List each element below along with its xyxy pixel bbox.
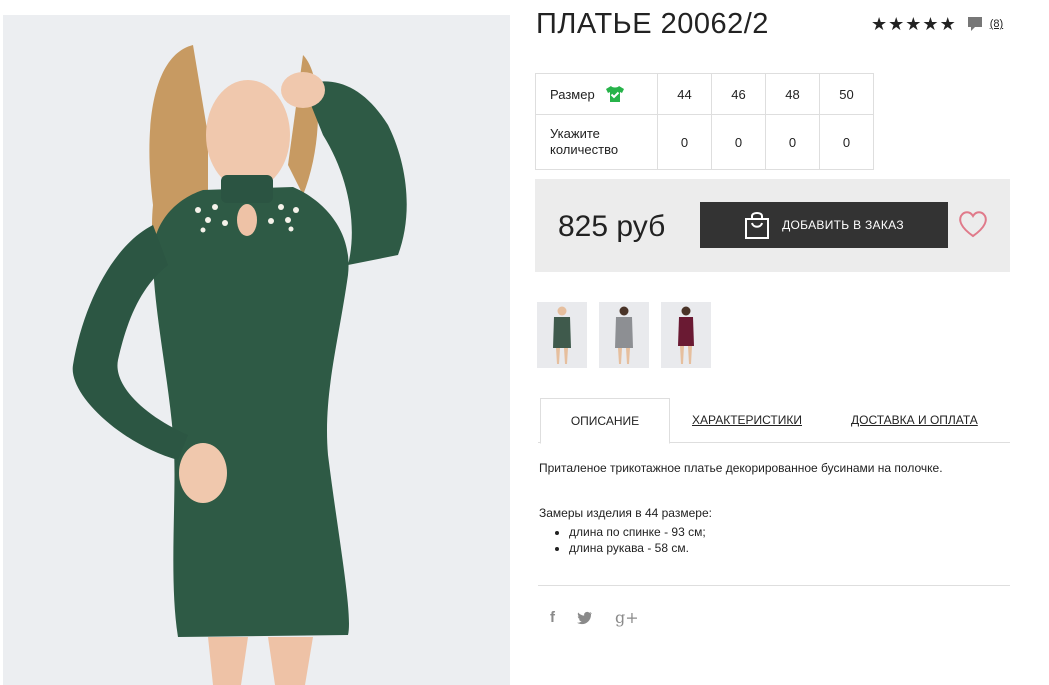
- size-value: 46: [711, 73, 766, 115]
- quantity-label: Укажите количество: [550, 126, 619, 157]
- price: 825 руб: [558, 210, 666, 243]
- size-label: Размер: [550, 86, 595, 102]
- thumbnail-green[interactable]: [537, 302, 587, 368]
- size-value: 44: [657, 73, 712, 115]
- quantity-input[interactable]: 0: [711, 114, 766, 170]
- size-label-cell: Размер: [535, 73, 658, 115]
- divider: [538, 585, 1010, 586]
- size-value: 48: [765, 73, 820, 115]
- measurements-list: длина по спинке - 93 см; длина рукава - …: [553, 524, 706, 556]
- shopping-bag-icon: [745, 212, 770, 239]
- star-icon[interactable]: ★: [922, 15, 938, 33]
- comment-icon[interactable]: [967, 16, 983, 32]
- product-tabs: ОПИСАНИЕ ХАРАКТЕРИСТИКИ ДОСТАВКА И ОПЛАТ…: [538, 398, 1010, 444]
- star-icon[interactable]: ★: [871, 15, 887, 33]
- rating[interactable]: ★ ★ ★ ★ ★ (8): [871, 15, 1003, 33]
- size-chart-shirt-icon[interactable]: [605, 85, 625, 103]
- add-to-order-label: ДОБАВИТЬ В ЗАКАЗ: [782, 218, 904, 232]
- google-plus-icon[interactable]: g+: [615, 608, 639, 627]
- tab-characteristics[interactable]: ХАРАКТЕРИСТИКИ: [692, 398, 802, 442]
- size-table: Размер 44 46 48 50 Укажите количество 0 …: [535, 73, 874, 170]
- list-item: длина по спинке - 93 см;: [569, 524, 706, 540]
- thumbnail-burgundy[interactable]: [661, 302, 711, 368]
- quantity-input[interactable]: 0: [819, 114, 874, 170]
- product-photo[interactable]: [3, 15, 510, 685]
- star-icon[interactable]: ★: [888, 15, 904, 33]
- thumbnail-image: [599, 302, 649, 368]
- thumbnail-gallery: [537, 302, 723, 368]
- tab-delivery-payment[interactable]: ДОСТАВКА И ОПЛАТА: [851, 398, 978, 442]
- star-icon[interactable]: ★: [905, 15, 921, 33]
- list-item: длина рукава - 58 см.: [569, 540, 706, 556]
- wishlist-heart-icon[interactable]: [958, 210, 988, 238]
- quantity-label-cell: Укажите количество: [535, 114, 658, 170]
- thumbnail-image: [661, 302, 711, 368]
- size-value: 50: [819, 73, 874, 115]
- product-title: ПЛАТЬЕ 20062/2: [536, 8, 769, 40]
- review-count-link[interactable]: (8): [990, 18, 1003, 30]
- star-icon[interactable]: ★: [940, 15, 956, 33]
- price-bar: 825 руб ДОБАВИТЬ В ЗАКАЗ: [535, 179, 1010, 272]
- facebook-icon[interactable]: f: [550, 609, 555, 626]
- twitter-icon[interactable]: [577, 611, 593, 625]
- measurements-title: Замеры изделия в 44 размере:: [539, 506, 712, 520]
- quantity-input[interactable]: 0: [765, 114, 820, 170]
- thumbnail-image: [537, 302, 587, 368]
- add-to-order-button[interactable]: ДОБАВИТЬ В ЗАКАЗ: [700, 202, 948, 248]
- thumbnail-grey[interactable]: [599, 302, 649, 368]
- product-description: Приталеное трикотажное платье декорирова…: [539, 461, 943, 475]
- quantity-input[interactable]: 0: [657, 114, 712, 170]
- tab-description[interactable]: ОПИСАНИЕ: [540, 398, 670, 444]
- dress-model-image: [3, 15, 510, 685]
- social-share: f g+: [550, 608, 661, 627]
